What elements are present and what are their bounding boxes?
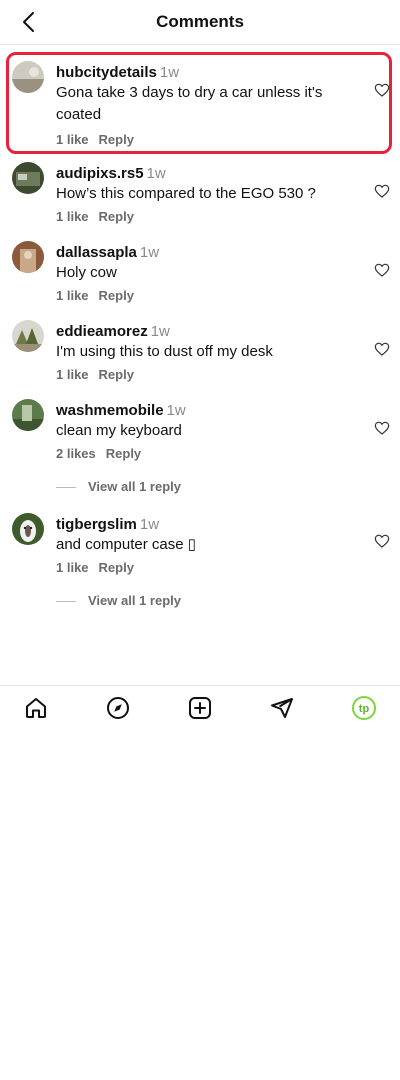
comment-time: 1w <box>139 244 160 261</box>
view-replies-button[interactable]: View all 1 reply <box>56 479 181 494</box>
heart-icon[interactable] <box>374 533 390 549</box>
comment-text: Holy cow <box>56 264 117 281</box>
page-title: Comments <box>156 12 244 31</box>
comment-time: 1w <box>139 516 160 533</box>
bottom-tab-bar: tp <box>0 685 400 730</box>
comment-text: How’s this compared to the EGO 530 ? <box>56 185 316 202</box>
avatar[interactable] <box>12 513 44 545</box>
comment-text: I'm using this to dust off my desk <box>56 343 273 360</box>
create-plus-icon[interactable] <box>188 696 212 720</box>
comment-time: 1w <box>146 165 166 182</box>
comment-text: clean my keyboard <box>56 422 182 439</box>
reply-line-divider <box>56 601 76 603</box>
heart-icon[interactable] <box>374 420 390 436</box>
direct-send-icon[interactable] <box>270 696 294 720</box>
reply-line-divider <box>56 487 76 489</box>
reply-button[interactable]: Reply <box>99 132 134 147</box>
heart-icon[interactable] <box>374 262 390 278</box>
home-icon[interactable] <box>24 696 48 720</box>
view-replies-label: View all 1 reply <box>88 593 181 608</box>
like-count[interactable]: 1 like <box>56 367 89 382</box>
explore-compass-icon[interactable] <box>106 696 130 720</box>
heart-icon[interactable] <box>374 341 390 357</box>
avatar[interactable] <box>12 162 44 194</box>
comment-username[interactable]: audipixs.rs5 <box>56 165 144 182</box>
avatar[interactable] <box>12 399 44 431</box>
header: Comments <box>0 0 400 45</box>
reply-button[interactable]: Reply <box>106 446 141 461</box>
comment-time: 1w <box>166 402 186 419</box>
reply-button[interactable]: Reply <box>99 209 134 224</box>
profile-avatar-icon[interactable]: tp <box>352 696 376 720</box>
comment-username[interactable]: dallassapla <box>56 244 137 261</box>
avatar[interactable] <box>12 320 44 352</box>
avatar[interactable] <box>12 61 44 93</box>
comment-username[interactable]: washmemobile <box>56 402 164 419</box>
like-count[interactable]: 1 like <box>56 209 89 224</box>
like-count[interactable]: 1 like <box>56 132 89 147</box>
heart-icon[interactable] <box>374 183 390 199</box>
avatar[interactable] <box>12 241 44 273</box>
comment-username[interactable]: hubcitydetails <box>56 64 157 81</box>
like-count[interactable]: 1 like <box>56 288 89 303</box>
comment-time: 1w <box>159 64 180 81</box>
comment-text: Gona take 3 days to dry a car unless it'… <box>56 84 323 123</box>
comment-username[interactable]: tigbergslim <box>56 516 137 533</box>
reply-button[interactable]: Reply <box>99 288 134 303</box>
comment-time: 1w <box>150 323 170 340</box>
like-count[interactable]: 2 likes <box>56 446 96 461</box>
view-replies-button[interactable]: View all 1 reply <box>56 593 181 608</box>
comment-text: and computer case ▯ <box>56 536 196 553</box>
reply-button[interactable]: Reply <box>99 367 134 382</box>
heart-icon[interactable] <box>374 82 390 98</box>
comment-username[interactable]: eddieamorez <box>56 323 148 340</box>
reply-button[interactable]: Reply <box>99 560 134 575</box>
like-count[interactable]: 1 like <box>56 560 89 575</box>
view-replies-label: View all 1 reply <box>88 479 181 494</box>
svg-text:tp: tp <box>359 703 370 715</box>
